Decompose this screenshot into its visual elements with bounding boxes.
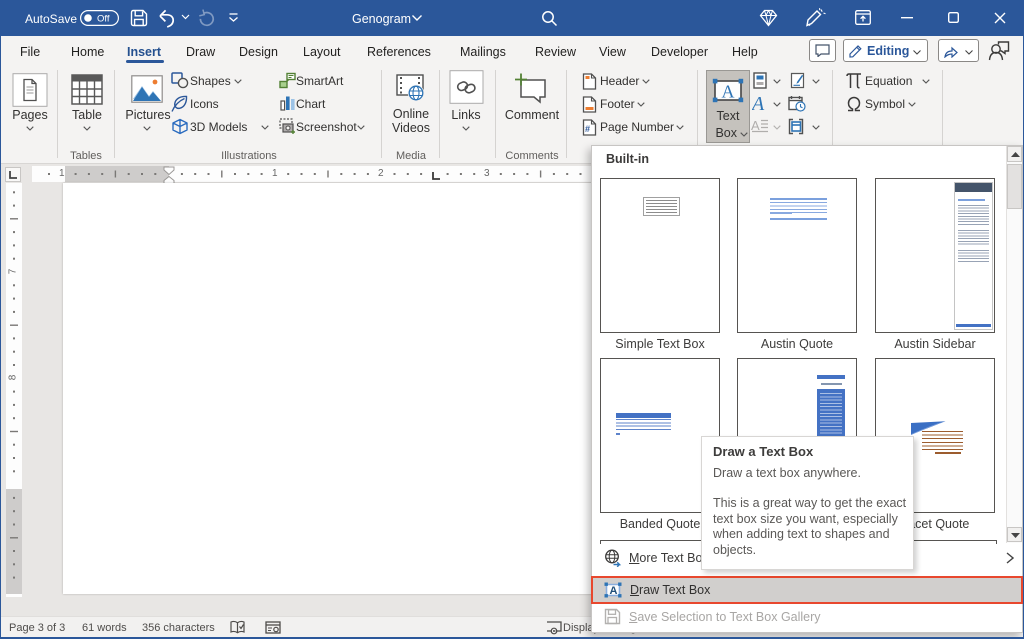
svg-text:A: A [751, 118, 760, 133]
svg-text:A: A [610, 585, 618, 597]
svg-text:Off: Off [97, 14, 110, 25]
svg-text:A: A [752, 94, 765, 113]
svg-text:#: # [585, 124, 590, 134]
svg-text:A: A [722, 82, 735, 102]
